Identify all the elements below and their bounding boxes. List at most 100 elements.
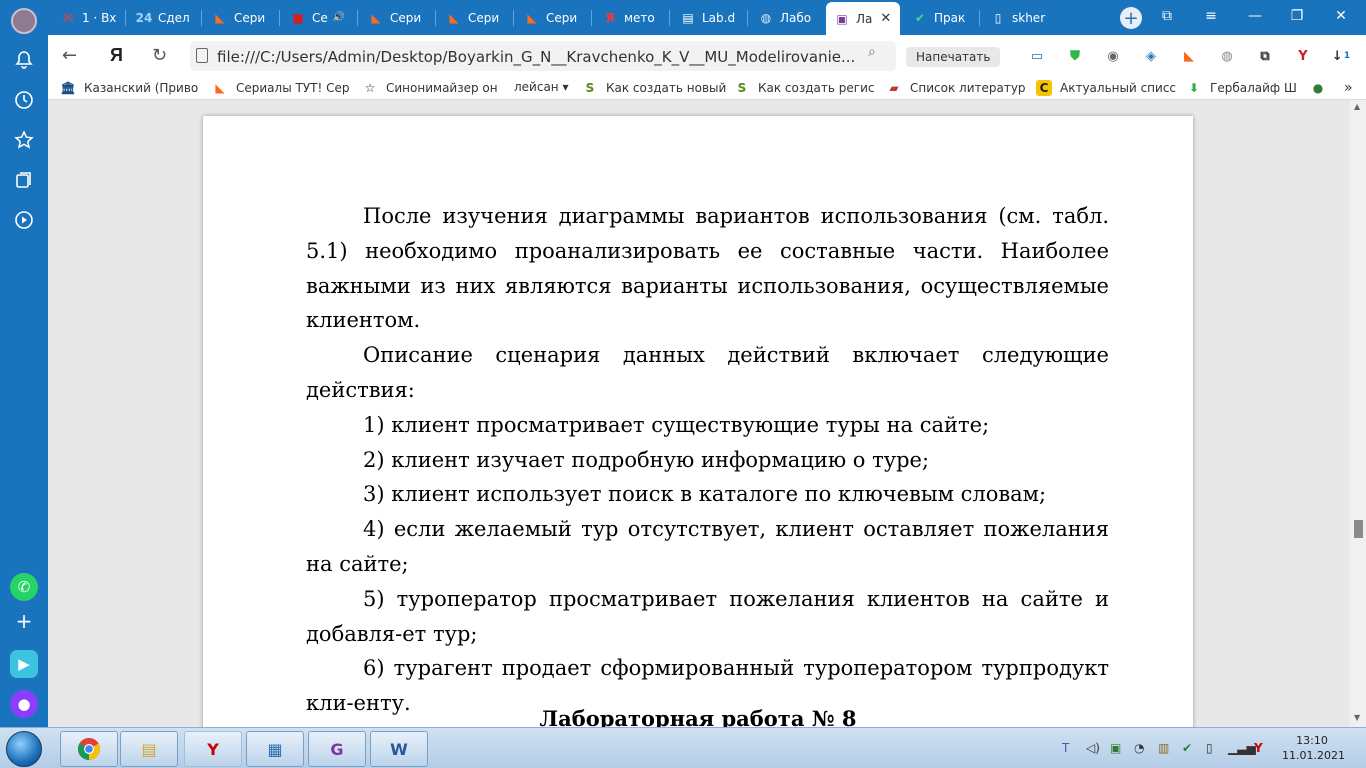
yandex-tray-icon[interactable]: Y: [1254, 741, 1263, 755]
word-icon[interactable]: W: [370, 731, 428, 767]
scroll-down-arrow-icon[interactable]: ▼: [1354, 713, 1360, 722]
tray-app-icon[interactable]: ▣: [1110, 741, 1121, 755]
address-bar[interactable]: file:///C:/Users/Admin/Desktop/Boyarkin_…: [190, 41, 896, 71]
tab-la-pdf-active[interactable]: ▣ Ла ✕: [826, 2, 900, 35]
pdf-viewer: После изучения диаграммы вариантов испол…: [48, 100, 1350, 727]
list-item: 4) если желаемый тур отсутствует, клиент…: [306, 517, 1109, 576]
search-extension-icon[interactable]: ◉: [1102, 45, 1124, 67]
shield-check-icon[interactable]: ⛊: [1064, 45, 1086, 67]
tab-serialy-4[interactable]: ◣ Сери: [516, 4, 592, 31]
add-app-icon[interactable]: +: [12, 609, 36, 633]
university-icon: 🏛: [60, 81, 76, 95]
tab-gmail[interactable]: ✉ 1 · Вх: [52, 4, 126, 31]
yandex-logo-icon[interactable]: Я: [110, 45, 123, 66]
scroll-thumb[interactable]: [1354, 520, 1363, 538]
tab-serialy-3[interactable]: ◣ Сери: [438, 4, 514, 31]
bookmark-item[interactable]: ◣ Сериалы ТУТ! Сер: [212, 80, 349, 96]
fox-icon: ◣: [215, 81, 225, 95]
s-logo-icon: S: [585, 81, 595, 95]
collections-icon[interactable]: [12, 168, 36, 192]
favorites-star-icon[interactable]: [12, 128, 36, 152]
close-tab-icon[interactable]: ✕: [880, 11, 891, 26]
alice-assistant-icon[interactable]: ●: [10, 690, 38, 718]
minimize-button[interactable]: —: [1244, 8, 1266, 24]
tab-24[interactable]: 24 Сдел: [128, 4, 202, 31]
yandex-icon: Я: [605, 10, 615, 25]
bookmark-item[interactable]: ☆ Синонимайзер он: [362, 80, 498, 96]
bookmark-item[interactable]: ●: [1310, 80, 1334, 96]
start-button[interactable]: [6, 731, 42, 767]
globe-extension-icon[interactable]: ◍: [1216, 45, 1238, 67]
bookmark-item[interactable]: C Актуальный списс: [1036, 80, 1176, 96]
vertical-scrollbar[interactable]: ▲ ▼: [1350, 100, 1366, 727]
fox-icon: ◣: [527, 10, 537, 25]
tab-manager-icon[interactable]: ⧉: [1156, 8, 1178, 24]
gmail-icon: ✉: [62, 10, 74, 25]
bookmark-item[interactable]: 🏛 Казанский (Приво: [60, 80, 198, 96]
fox-extension-icon[interactable]: ◣: [1178, 45, 1200, 67]
tray-app-icon[interactable]: ▯: [1206, 741, 1213, 755]
pdf-app-icon[interactable]: G: [308, 731, 366, 767]
tab-skher[interactable]: ▯ skher: [982, 4, 1058, 31]
chrome-taskbar-icon[interactable]: [60, 731, 118, 767]
teams-tray-icon[interactable]: T: [1062, 741, 1069, 755]
scroll-up-arrow-icon[interactable]: ▲: [1354, 102, 1360, 111]
24-icon: 24: [135, 10, 153, 25]
extension-ett-icon[interactable]: ▭: [1026, 45, 1048, 67]
section-heading: Лабораторная работа № 8: [539, 706, 857, 727]
download-green-icon: ⬇: [1188, 81, 1200, 95]
tab-lab-doc[interactable]: ▤ Lab.d: [672, 4, 748, 31]
tray-app-icon[interactable]: ◔: [1134, 741, 1144, 755]
tab-yandex-metod[interactable]: Я мето: [594, 4, 670, 31]
tray-app-icon[interactable]: ✔: [1182, 741, 1192, 755]
clock[interactable]: 13:10 11.01.2021: [1282, 733, 1345, 763]
speaker-icon[interactable]: 🔊: [333, 12, 345, 23]
zoom-icon[interactable]: ⌕: [868, 44, 876, 60]
messenger-plane-icon[interactable]: ▶: [10, 650, 38, 678]
control-panel-icon[interactable]: ▦: [246, 731, 304, 767]
tab-serialy-1[interactable]: ◣ Сери: [204, 4, 280, 31]
history-icon[interactable]: [12, 88, 36, 112]
print-button[interactable]: Напечатать: [906, 47, 1001, 67]
tray-app-icon[interactable]: ▥: [1158, 741, 1169, 755]
bookmark-item[interactable]: ▰ Список литератур: [886, 80, 1025, 96]
downloads-badge: 1: [1343, 51, 1351, 61]
new-tab-button[interactable]: +: [1120, 7, 1142, 29]
sidebar-extension-icon[interactable]: ⧉: [1254, 45, 1276, 67]
tab-labo[interactable]: ◍ Лабо: [750, 4, 824, 31]
network-signal-icon[interactable]: ▁▃▅: [1228, 741, 1256, 755]
extension-eye-icon[interactable]: ◈: [1140, 45, 1162, 67]
yandex-browser-taskbar-icon[interactable]: Y: [184, 731, 242, 767]
file-page-icon: [196, 48, 208, 63]
bookmark-item[interactable]: S Как создать новый: [582, 80, 727, 96]
url-text[interactable]: file:///C:/Users/Admin/Desktop/Boyarkin_…: [217, 48, 855, 66]
bookmark-item[interactable]: ⬇ Гербалайф Ш: [1186, 80, 1297, 96]
file-explorer-icon[interactable]: ▤: [120, 731, 178, 767]
tab-serialy-2[interactable]: ◣ Сери: [360, 4, 436, 31]
document-icon: ▯: [994, 10, 1002, 25]
restore-button[interactable]: ❐: [1286, 8, 1308, 24]
back-arrow-icon[interactable]: ←: [62, 45, 77, 66]
document-body: После изучения диаграммы вариантов испол…: [306, 199, 1109, 721]
close-window-button[interactable]: ✕: [1330, 8, 1352, 24]
tab-serialy-audio[interactable]: ■ Се 🔊: [282, 4, 358, 31]
bookmark-folder[interactable]: лейсан ▾: [514, 80, 569, 94]
list-item: 5) туроператор просматривает пожелания к…: [306, 586, 1109, 646]
more-bookmarks-chevron-icon[interactable]: »: [1344, 80, 1353, 96]
s-logo-icon: S: [737, 81, 747, 95]
reload-icon[interactable]: ↻: [152, 45, 167, 66]
downloads-icon[interactable]: ↓ 1: [1330, 45, 1352, 67]
clock-time: 13:10: [1296, 734, 1328, 747]
profile-avatar[interactable]: [11, 8, 37, 34]
paragraph: Описание сценария данных действий включа…: [306, 343, 1109, 402]
yandex-extension-icon[interactable]: Y: [1292, 45, 1314, 67]
bookmark-item[interactable]: S Как создать регис: [734, 80, 875, 96]
whatsapp-icon[interactable]: ✆: [10, 573, 38, 601]
video-player-icon[interactable]: [12, 208, 36, 232]
volume-tray-icon[interactable]: ◁): [1086, 741, 1100, 755]
tab-prak[interactable]: ✔ Прак: [904, 4, 980, 31]
menu-icon[interactable]: ≡: [1200, 8, 1222, 24]
bookmarks-bar: 🏛 Казанский (Приво ◣ Сериалы ТУТ! Сер ☆ …: [48, 77, 1366, 100]
windows-taskbar: ▤ Y ▦ G W T ◁) ▣ ◔ ▥ ✔ ▯ ▁▃▅ Y 13:10 11.…: [0, 727, 1366, 768]
bell-icon[interactable]: [12, 48, 36, 72]
